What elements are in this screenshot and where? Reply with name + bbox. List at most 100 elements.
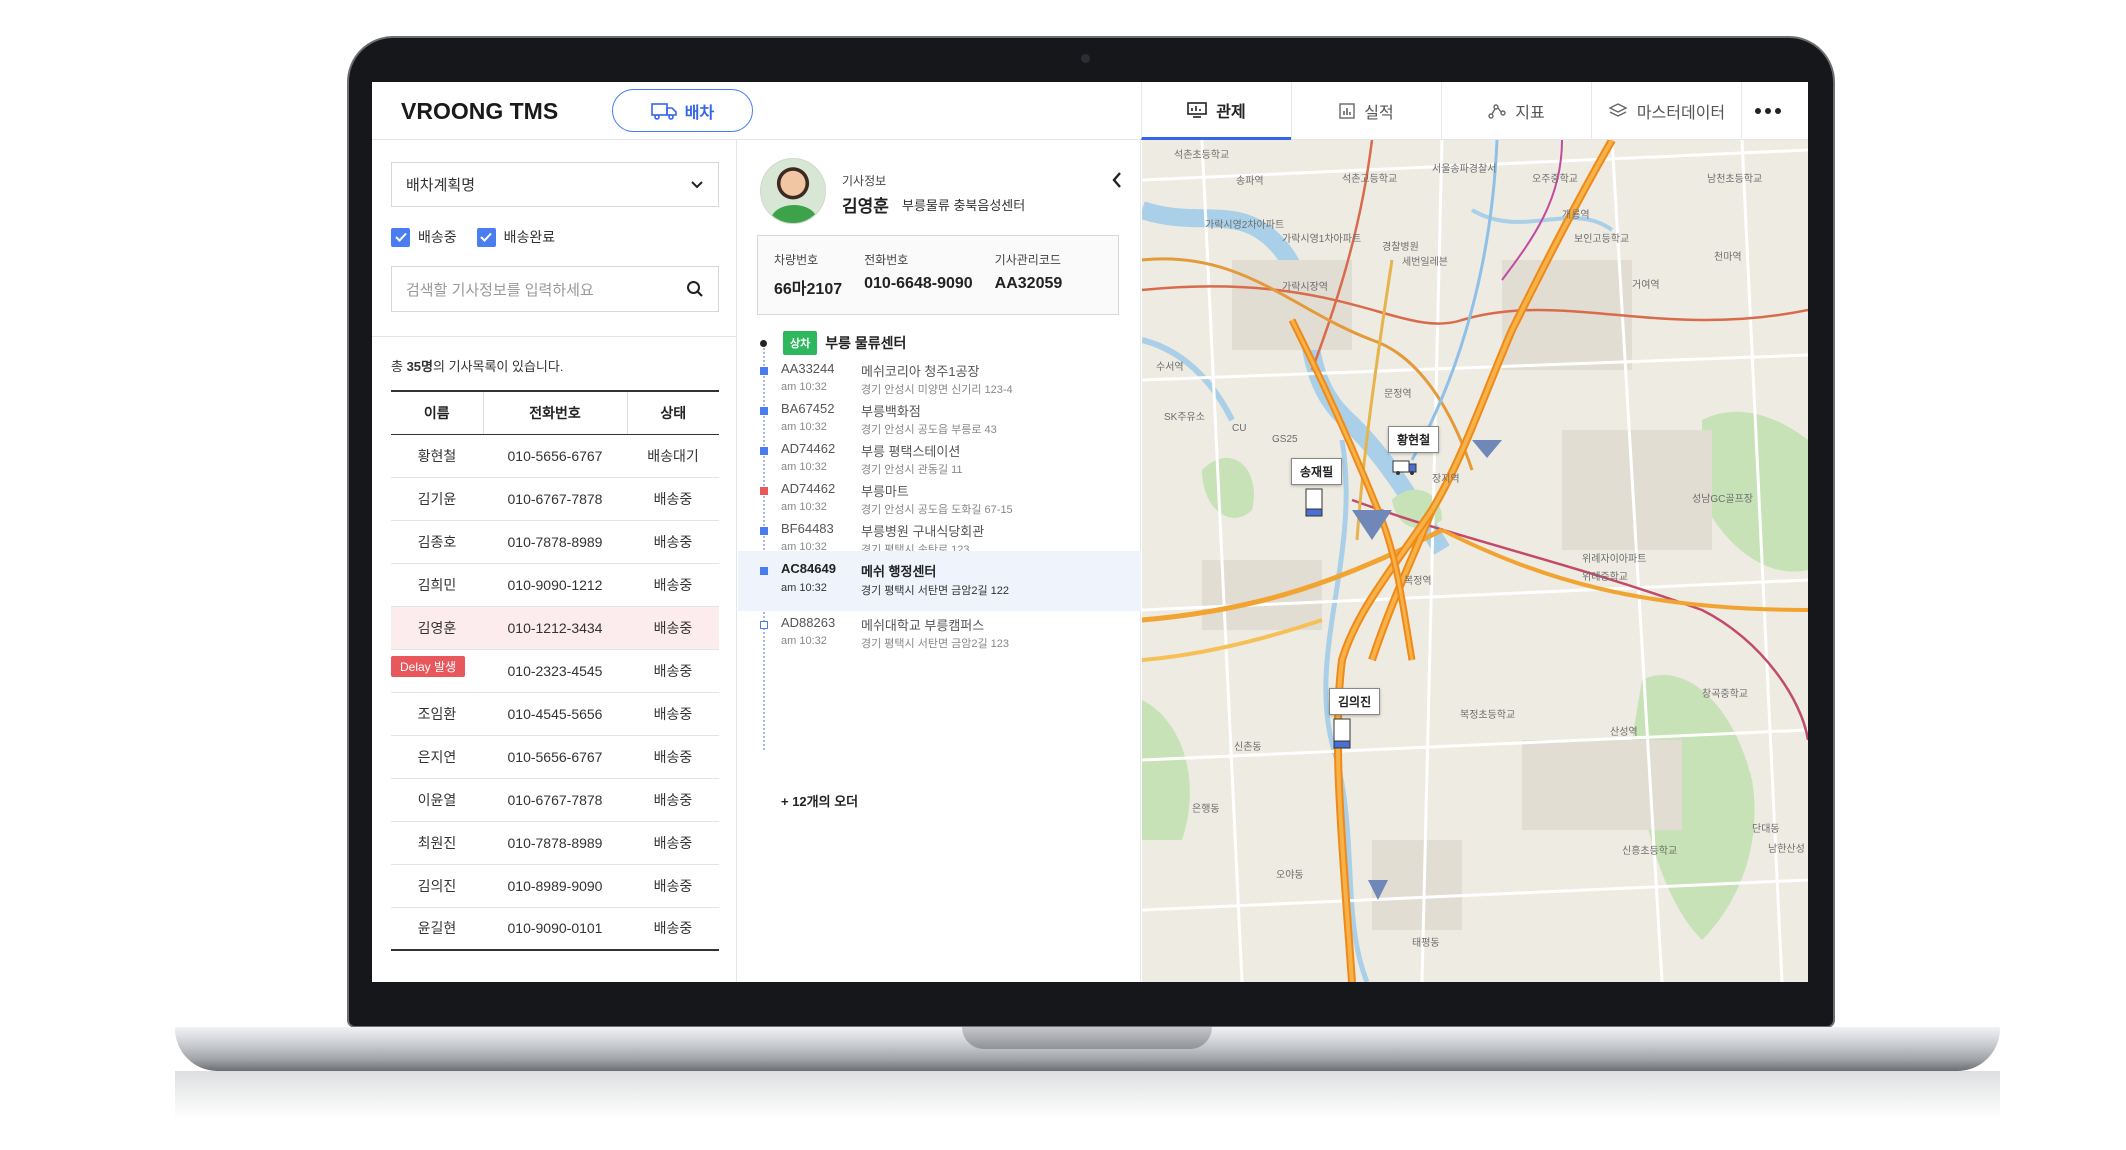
driver-name: 김영훈 — [842, 197, 889, 216]
vehicle-info-box: 차량번호 66마2107 전화번호 010-6648-9090 기사관리코드 AA32… — [757, 235, 1119, 315]
truck-marker-label[interactable]: 황현철 — [1388, 426, 1440, 453]
truck-marker-icon[interactable] — [1302, 488, 1326, 518]
field-value: AA32059 — [994, 275, 1063, 292]
table-row[interactable]: 은지연 010-5656-6767 배송중 — [391, 735, 719, 779]
map-place-label: 은행동 — [1192, 804, 1220, 815]
table-row[interactable]: 김기윤 010-6767-7878 배송중 — [391, 477, 719, 521]
tab-metrics[interactable]: 지표 — [1441, 82, 1591, 140]
filter-delivered[interactable]: 배송완료 — [476, 227, 555, 247]
stop-name: 부릉병원 구내식당회관 — [861, 524, 985, 539]
truck-marker-icon[interactable] — [1392, 458, 1418, 476]
count-prefix: 총 — [391, 359, 407, 374]
stop-code: AA33244 — [781, 361, 835, 376]
field-value: 66마2107 — [774, 281, 843, 298]
delay-badge: Delay 발생 — [391, 656, 466, 677]
cell-name: 황현철 — [391, 434, 483, 478]
stop-time: am 10:32 — [781, 582, 827, 594]
origin-stop[interactable]: 상차 부릉 물류센터 — [783, 331, 906, 355]
cell-status: 배송중 — [627, 477, 719, 521]
cell-status: 배송중 — [627, 520, 719, 564]
tab-master-data[interactable]: 마스터데이터 — [1591, 82, 1741, 140]
table-row[interactable]: 조임환 010-4545-5656 배송중 — [391, 692, 719, 736]
table-row[interactable]: 김종호 010-7878-8989 배송중 — [391, 520, 719, 564]
driver-search-input[interactable]: 검색할 기사정보를 입력하세요 — [391, 266, 719, 312]
field-value: 010-6648-9090 — [864, 275, 973, 292]
cell-name: 김희민 — [391, 563, 483, 607]
table-row[interactable]: 최원진 010-7878-8989 배송중 — [391, 821, 719, 865]
more-menu-button[interactable] — [1741, 82, 1793, 140]
tab-monitoring[interactable]: 관제 — [1141, 82, 1291, 140]
map-canvas — [1142, 140, 1808, 982]
stop-code: AD74462 — [781, 441, 836, 456]
stop-code: AD74462 — [781, 481, 836, 496]
cell-status: 배송중 — [627, 606, 719, 650]
map-place-label: 가락시장역 — [1282, 282, 1328, 293]
search-icon[interactable] — [686, 280, 704, 298]
route-stop[interactable]: AD88263 am 10:32 메쉬대학교 부릉캠퍼스 경기 평택시 서탄면 금암2… — [757, 615, 1141, 667]
map-place-label: 남한산성 — [1768, 844, 1805, 855]
tab-performance[interactable]: 실적 — [1291, 82, 1441, 140]
driver-avatar — [760, 158, 826, 224]
stop-marker — [760, 407, 768, 415]
cell-phone: 010-6767-7878 — [483, 778, 627, 822]
table-row[interactable]: 김의진 010-8989-9090 배송중 — [391, 864, 719, 908]
cell-phone: 010-8989-9090 — [483, 864, 627, 908]
layers-icon — [1608, 103, 1628, 117]
cell-phone: 010-5656-6767 — [483, 434, 627, 478]
table-row[interactable]: 황현철 010-5656-6767 배송대기 — [391, 434, 719, 478]
map-place-label: 수서역 — [1156, 362, 1184, 373]
checkbox-checked-icon[interactable] — [476, 227, 496, 247]
dispatch-button[interactable]: 배차 — [612, 89, 753, 132]
map-place-label: 성남GC골프장 — [1692, 494, 1753, 505]
divider — [372, 336, 737, 337]
collapse-panel-icon[interactable] — [1110, 170, 1124, 190]
stop-name: 메쉬대학교 부릉캠퍼스 — [861, 618, 985, 633]
driver-count-text: 총 35명의 기사목록이 있습니다. — [391, 356, 563, 375]
truck-icon — [650, 102, 677, 120]
truck-marker-label[interactable]: 김의진 — [1329, 688, 1381, 715]
stop-addr: 경기 평택시 서탄면 금암2길 123 — [861, 638, 1010, 650]
table-row[interactable]: 김희민 010-9090-1212 배송중 — [391, 563, 719, 607]
cell-name: 김의진 — [391, 864, 483, 908]
bar-chart-icon — [1339, 103, 1355, 119]
truck-marker-label[interactable]: 송재필 — [1291, 458, 1343, 485]
table-row[interactable]: 윤길현 010-9090-0101 배송중 — [391, 907, 719, 951]
tab-label: 마스터데이터 — [1636, 105, 1726, 122]
map-place-label: 위례자이아파트 — [1582, 554, 1647, 565]
truck-marker-icon[interactable] — [1330, 718, 1354, 750]
plan-select[interactable]: 배차계획명 — [391, 162, 719, 207]
map-place-label: 장지역 — [1432, 474, 1460, 485]
cell-name: 윤길현 — [391, 907, 483, 951]
map-place-label: 복정역 — [1404, 576, 1432, 587]
cell-phone: 010-7878-8989 — [483, 821, 627, 865]
stop-marker — [760, 367, 768, 375]
stop-name: 부릉백화점 — [861, 404, 921, 419]
monitor-icon — [1187, 101, 1208, 118]
map-place-label: 천마역 — [1714, 252, 1742, 263]
app-logo: VROONG TMS — [401, 98, 559, 124]
more-orders-link[interactable]: + 12개의 오더 — [781, 791, 858, 810]
stop-marker — [760, 527, 768, 535]
route-stop[interactable]: AC84649 am 10:32 메쉬 행정센터 경기 평택시 서탄면 금암2길 12… — [738, 551, 1141, 611]
cell-status: 배송중 — [627, 821, 719, 865]
driver-code: 기사관리코드 AA32059 — [995, 251, 1063, 314]
stop-marker — [760, 447, 768, 455]
checkbox-checked-icon[interactable] — [391, 227, 410, 247]
table-row[interactable]: 이윤열 010-6767-7878 배송중 — [391, 778, 719, 822]
search-placeholder: 검색할 기사정보를 입력하세요 — [406, 281, 594, 299]
filter-in-delivery[interactable]: 배송중 — [391, 227, 457, 247]
map-place-label: 경찰병원 — [1382, 242, 1419, 253]
map-place-label: 개룡역 — [1562, 210, 1590, 221]
table-row[interactable]: 김영훈 010-1212-3434 배송중 — [391, 606, 719, 650]
cell-name: 김종호 — [391, 520, 483, 564]
stop-code: BF64483 — [781, 521, 834, 536]
tab-label: 관제 — [1216, 103, 1246, 121]
status-filters: 배송중 배송완료 — [391, 227, 555, 247]
map-view[interactable]: 석촌초등학교 송파역 석촌고등학교 서울송파경찰서 오주중학교 남천초등학교 천… — [1142, 140, 1808, 982]
vehicle-number: 차량번호 66마2107 — [774, 251, 842, 314]
map-place-label: 산성역 — [1610, 727, 1638, 738]
stop-marker — [760, 567, 768, 575]
cell-phone: 010-2323-4545 — [483, 649, 627, 693]
field-label: 차량번호 — [774, 253, 819, 267]
driver-info-label: 기사정보 — [842, 174, 887, 188]
